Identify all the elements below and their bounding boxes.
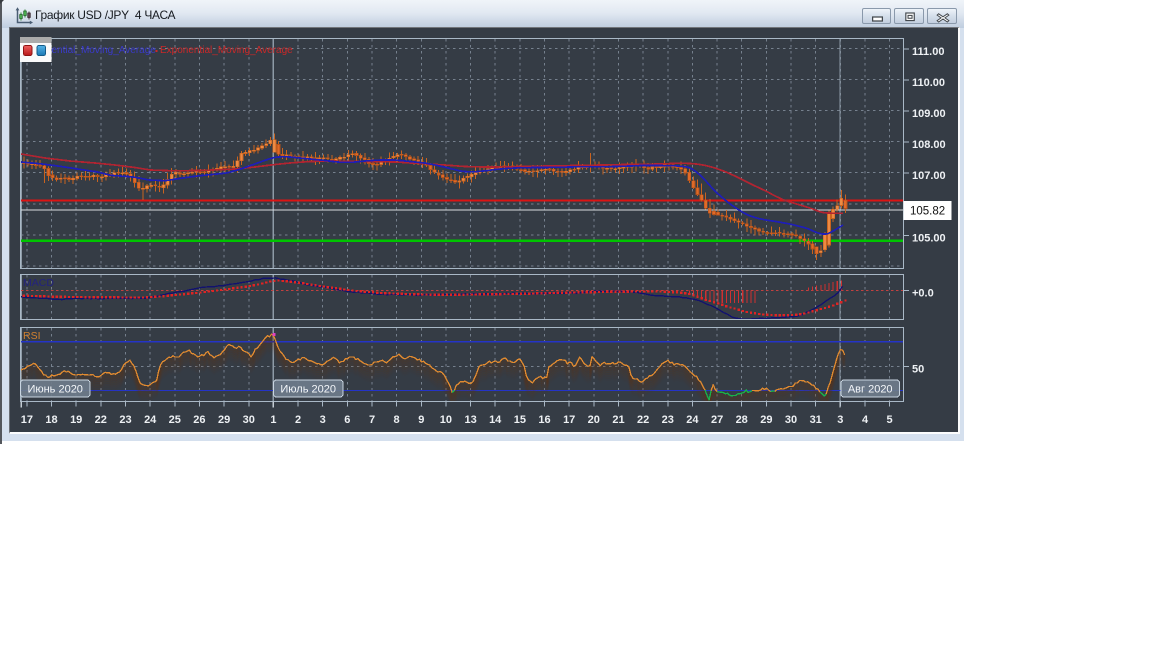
svg-text:31: 31 [810,414,822,426]
svg-text:Exponential_Moving_Average: Exponential_Moving_Average [160,45,293,56]
svg-text:17: 17 [21,414,33,426]
svg-text:105.00: 105.00 [912,232,946,244]
svg-text:Авг 2020: Авг 2020 [848,384,893,396]
svg-text:9: 9 [418,414,424,426]
svg-text:1: 1 [270,414,276,426]
svg-text:30: 30 [243,414,255,426]
svg-text:20: 20 [588,414,600,426]
svg-text:Июнь 2020: Июнь 2020 [27,384,83,396]
svg-text:15: 15 [514,414,526,426]
svg-text:21: 21 [612,414,624,426]
svg-text:109.00: 109.00 [912,108,946,120]
svg-text:108.00: 108.00 [912,139,946,151]
svg-text:17: 17 [563,414,575,426]
svg-text:3: 3 [320,414,326,426]
svg-text:10: 10 [440,414,452,426]
svg-text:24: 24 [144,414,157,426]
svg-text:8: 8 [394,414,400,426]
svg-text:2: 2 [295,414,301,426]
svg-text:22: 22 [637,414,649,426]
svg-text:22: 22 [95,414,107,426]
svg-text:3: 3 [837,414,843,426]
svg-text:110.00: 110.00 [912,77,945,89]
svg-text:28: 28 [736,414,748,426]
svg-text:30: 30 [785,414,797,426]
svg-text:4: 4 [862,414,869,426]
svg-text:+0.0: +0.0 [912,288,934,300]
svg-text:19: 19 [70,414,82,426]
svg-text:105.82: 105.82 [910,206,945,218]
svg-text:7: 7 [369,414,375,426]
svg-text:RSI: RSI [23,330,41,342]
svg-text:ential_Moving_Average: ential_Moving_Average [52,45,157,56]
svg-text:13: 13 [464,414,476,426]
svg-text:25: 25 [169,414,181,426]
svg-text:MACD: MACD [23,277,54,289]
svg-text:5: 5 [887,414,893,426]
svg-text:29: 29 [760,414,772,426]
svg-text:18: 18 [45,414,57,426]
svg-text:50: 50 [912,364,924,376]
svg-text:Июль 2020: Июль 2020 [280,384,336,396]
svg-text:6: 6 [344,414,350,426]
svg-text:23: 23 [662,414,674,426]
svg-text:107.00: 107.00 [912,170,946,182]
svg-text:23: 23 [119,414,131,426]
svg-text:29: 29 [218,414,230,426]
svg-text:14: 14 [489,414,502,426]
svg-text:27: 27 [711,414,723,426]
svg-text:111.00: 111.00 [912,46,944,58]
svg-text:24: 24 [686,414,699,426]
svg-text:26: 26 [193,414,205,426]
svg-text:16: 16 [538,414,550,426]
